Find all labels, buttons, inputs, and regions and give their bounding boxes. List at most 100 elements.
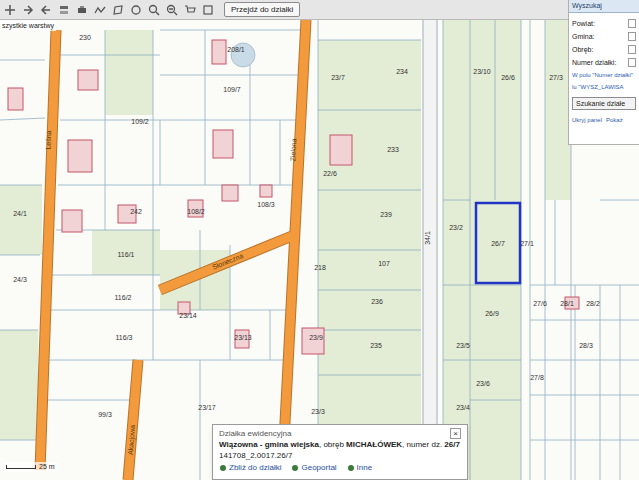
- parcel-label[interactable]: 27/3: [549, 74, 563, 81]
- search-button[interactable]: Szukanie działe: [572, 97, 636, 110]
- parcel-label[interactable]: 23/9: [309, 334, 323, 341]
- selected-parcel-outline[interactable]: [476, 203, 520, 283]
- back-icon[interactable]: [40, 4, 52, 16]
- panel-links: Ukryj panel Pokaż: [569, 110, 639, 126]
- toolbar-button-slot: Przejdź do działki: [224, 2, 300, 17]
- info-icon[interactable]: [202, 4, 214, 16]
- street-label: Słoneczna: [211, 252, 244, 271]
- scale-line: [6, 465, 36, 469]
- parcel-label[interactable]: 27/8: [530, 374, 544, 381]
- parcel-label[interactable]: 116/2: [115, 294, 132, 301]
- popup-link-text[interactable]: Geoportal: [301, 463, 336, 473]
- popup-header: Działka ewidencyjna ×: [219, 428, 461, 439]
- parcel-label[interactable]: 26/9: [485, 310, 499, 317]
- search-field-input[interactable]: [628, 32, 636, 41]
- search-field-input[interactable]: [628, 45, 636, 54]
- popup-description: Wiązowna - gmina wiejska, obręb MICHAŁÓW…: [219, 440, 461, 450]
- popup-title: Działka ewidencyjna: [219, 429, 291, 439]
- parcel-label[interactable]: 23/13: [234, 334, 252, 341]
- map-canvas[interactable]: 230 208/1 109/7 109/2 23/7 234 233 23/10 26/6 27/…: [0, 0, 639, 480]
- go-to-parcel-button[interactable]: Przejdź do działki: [224, 2, 300, 17]
- parcel-label[interactable]: 27/1: [520, 240, 534, 247]
- parcel-label[interactable]: 235: [370, 342, 382, 349]
- parcel-label[interactable]: 23/14: [179, 312, 197, 319]
- parcel-label[interactable]: 236: [371, 298, 383, 305]
- cart-icon[interactable]: [184, 4, 196, 16]
- popup-link[interactable]: Zbliż do działki: [219, 463, 281, 473]
- popup-link-text[interactable]: Inne: [357, 463, 373, 473]
- parcel-label[interactable]: 24/3: [13, 276, 27, 283]
- layers-link[interactable]: szystkie warstwy: [2, 22, 54, 29]
- parcel-label[interactable]: 234: [396, 68, 408, 75]
- search-field-row: Obręb:: [572, 45, 636, 54]
- search-panel: WyszukajPowiat:Gmina:Obręb:Numer działki…: [568, 0, 639, 145]
- print-icon[interactable]: [76, 4, 88, 16]
- parcel-label[interactable]: 22/6: [323, 170, 337, 177]
- arrow-icon[interactable]: [22, 4, 34, 16]
- parcel-label[interactable]: 23/2: [449, 224, 463, 231]
- parcel-label[interactable]: 108/2: [187, 208, 205, 215]
- parcel-label[interactable]: 109/7: [223, 86, 241, 93]
- popup-close-button[interactable]: ×: [450, 428, 461, 439]
- parcel-label[interactable]: 99/3: [98, 411, 112, 418]
- parcel-label[interactable]: 26/7: [491, 240, 505, 247]
- parcel-label[interactable]: 26/6: [501, 74, 515, 81]
- parcel-label[interactable]: 116/3: [116, 334, 133, 341]
- parcel-label[interactable]: 239: [380, 211, 392, 218]
- parcel-label[interactable]: 108/3: [257, 201, 275, 208]
- search-field-row: Powiat:: [572, 19, 636, 28]
- popup-link-text[interactable]: Zbliż do działki: [229, 463, 281, 473]
- zoom-out-icon[interactable]: [166, 4, 178, 16]
- parcel-label[interactable]: 208/1: [227, 46, 245, 53]
- search-field-input[interactable]: [628, 58, 636, 67]
- link-icon: [219, 464, 227, 472]
- popup-parcel-id: 141708_2.0017.26/7: [219, 451, 461, 461]
- panel-link[interactable]: Ukryj panel: [572, 116, 602, 124]
- parcel-label[interactable]: 218: [314, 264, 326, 271]
- parcel-popup: Działka ewidencyjna×Wiązowna - gmina wie…: [212, 424, 468, 480]
- parcel-label[interactable]: 23/17: [198, 404, 216, 411]
- parcel-label[interactable]: 233: [387, 146, 399, 153]
- parcel-label[interactable]: 28/2: [586, 300, 600, 307]
- parcel-label[interactable]: 242: [130, 208, 142, 215]
- search-field-input[interactable]: [628, 19, 636, 28]
- parcel-label[interactable]: 23/7: [331, 74, 345, 81]
- area-icon[interactable]: [112, 4, 124, 16]
- parcel-label[interactable]: 28/1: [560, 300, 574, 307]
- popup-link[interactable]: Inne: [347, 463, 373, 473]
- parcel-label[interactable]: 23/4: [456, 404, 470, 411]
- parcel-label[interactable]: 27/6: [533, 300, 547, 307]
- popup-link[interactable]: Geoportal: [291, 463, 336, 473]
- parcel-label[interactable]: 109/2: [131, 118, 149, 125]
- street-label: Akacjowa: [127, 425, 137, 456]
- search-field-label: Gmina:: [572, 32, 595, 41]
- popup-text-segment: Wiązowna - gmina wiejska: [219, 440, 319, 449]
- scale-bar: 25 m: [4, 462, 57, 472]
- measure-icon[interactable]: [94, 4, 106, 16]
- popup-links: Zbliż do działki Geoportal Inne: [219, 462, 461, 473]
- parcel-label[interactable]: 34/1: [424, 231, 431, 245]
- search-hint: lu "WYSZ_LAWISA: [572, 83, 636, 91]
- parcel-label[interactable]: 230: [79, 34, 91, 41]
- scale-text: 25 m: [39, 462, 55, 472]
- parcel-label[interactable]: 23/10: [473, 68, 491, 75]
- layers-icon[interactable]: [58, 4, 70, 16]
- link-icon-dot: [220, 465, 226, 471]
- pan-icon[interactable]: [4, 4, 16, 16]
- search-field-row: Gmina:: [572, 32, 636, 41]
- popup-text-segment: MICHAŁÓWEK: [346, 440, 402, 449]
- zoom-in-icon[interactable]: [148, 4, 160, 16]
- search-field-label: Obręb:: [572, 45, 593, 54]
- parcel-label[interactable]: 23/6: [476, 380, 490, 387]
- parcel-label[interactable]: 107: [378, 260, 390, 267]
- circle-icon[interactable]: [130, 4, 142, 16]
- street-label: Zielona: [289, 138, 297, 161]
- parcel-label[interactable]: 24/1: [13, 210, 27, 217]
- panel-link[interactable]: Pokaż: [606, 116, 623, 124]
- parcel-label[interactable]: 116/1: [118, 251, 135, 258]
- parcel-label[interactable]: 28/3: [579, 342, 593, 349]
- parcel-label[interactable]: 23/3: [311, 408, 325, 415]
- parcel-label[interactable]: 23/5: [456, 342, 470, 349]
- search-hint: W polu "Numer działki": [572, 71, 636, 79]
- search-tab[interactable]: Wyszukaj: [569, 0, 639, 13]
